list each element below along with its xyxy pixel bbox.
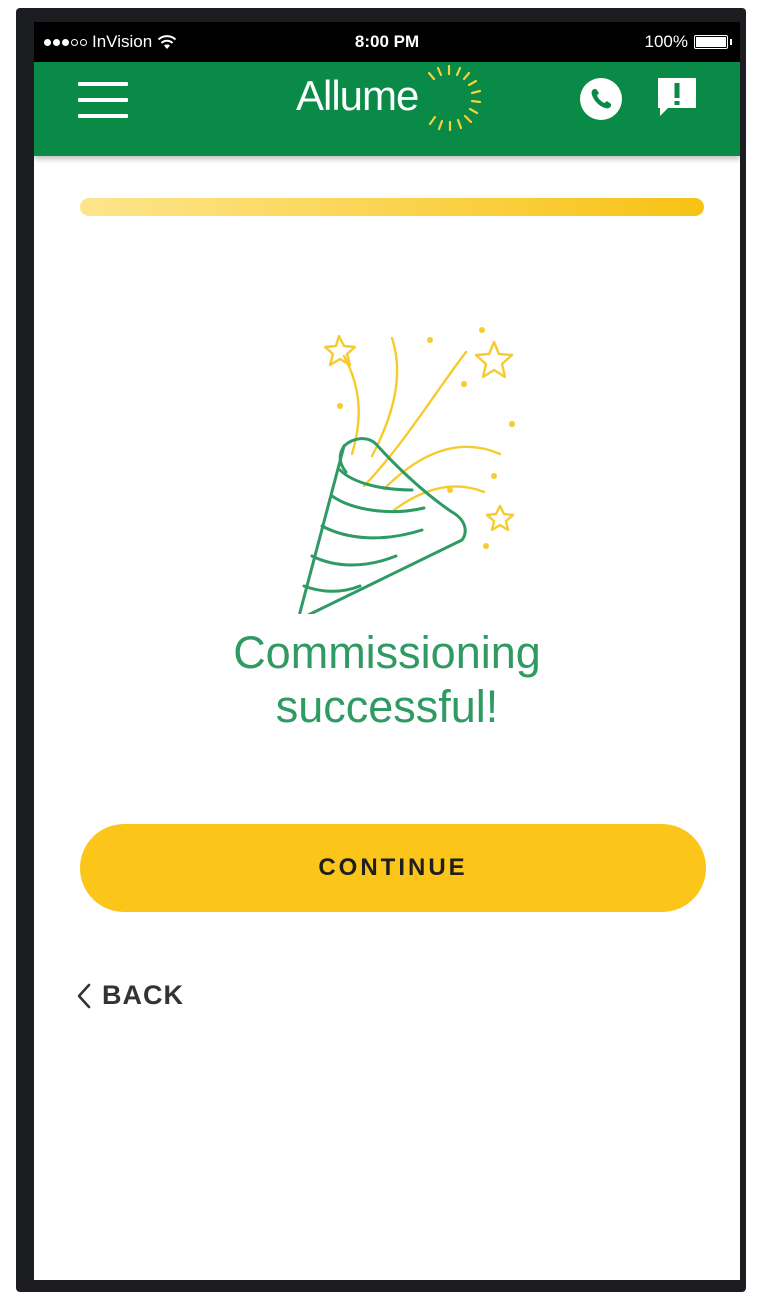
back-label: BACK	[102, 980, 184, 1010]
battery-status: 100%	[645, 32, 732, 52]
sun-rays-icon	[427, 64, 482, 132]
app-header: Allume	[34, 62, 740, 156]
clock: 8:00 PM	[354, 32, 420, 51]
success-message: Commissioning successful!	[34, 626, 740, 734]
status-bar: InVision 8:00 PM 100%	[34, 22, 740, 62]
app-screen: InVision 8:00 PM 100% Allume Commissioni…	[34, 22, 740, 1280]
call-button[interactable]	[580, 78, 622, 120]
back-link[interactable]: BACK	[76, 980, 184, 1011]
success-message-line1: Commissioning	[233, 627, 541, 678]
battery-percent: 100%	[644, 32, 688, 51]
feedback-button[interactable]	[654, 74, 700, 120]
phone-icon	[591, 89, 611, 109]
continue-button[interactable]: CONTINUE	[80, 824, 706, 912]
device-frame: InVision 8:00 PM 100% Allume Commissioni…	[0, 0, 757, 1296]
progress-bar	[80, 198, 704, 216]
allume-logo: Allume	[296, 64, 486, 132]
party-popper-icon	[298, 327, 515, 614]
logo-text: Allume	[296, 72, 419, 119]
success-message-line2: successful!	[275, 681, 499, 732]
progress-bar-fill	[80, 198, 704, 216]
battery-icon	[694, 35, 728, 49]
hamburger-menu-icon[interactable]	[78, 80, 128, 120]
chevron-left-icon	[77, 983, 91, 1008]
feedback-exclamation-icon	[658, 78, 696, 116]
